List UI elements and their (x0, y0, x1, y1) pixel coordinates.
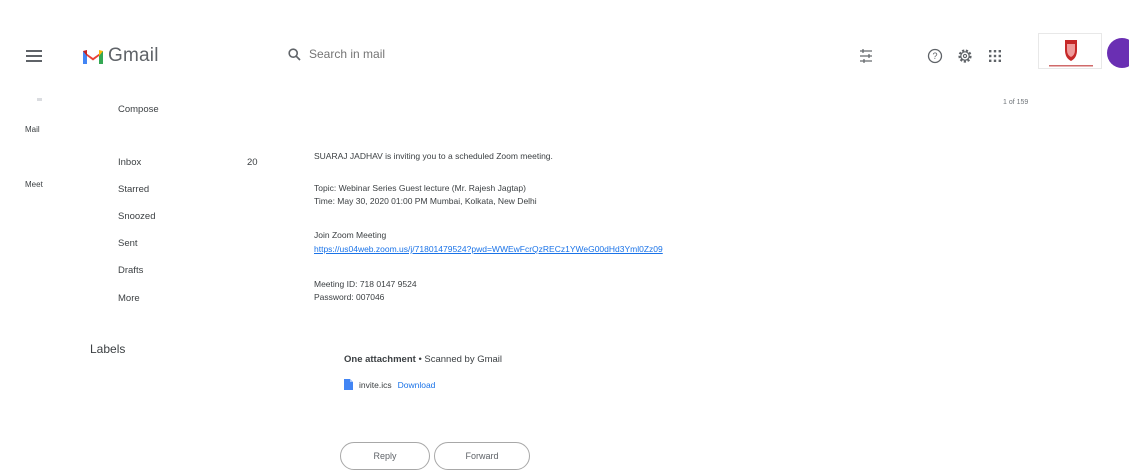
join-meeting-label: Join Zoom Meeting (314, 230, 387, 240)
attachment-download-link[interactable]: Download (398, 380, 436, 390)
message-pager: 1 of 159 (1003, 99, 1029, 106)
main-menu-icon[interactable] (26, 50, 42, 62)
attachment-item[interactable]: invite.ics Download (344, 379, 435, 390)
message-topic: Topic: Webinar Series Guest lecture (Mr.… (314, 183, 526, 193)
compose-button[interactable]: Compose (118, 104, 159, 115)
reply-button[interactable]: Reply (340, 442, 430, 470)
message-time: Time: May 30, 2020 01:00 PM Mumbai, Kolk… (314, 196, 537, 206)
sidebar-item-snoozed[interactable]: Snoozed (118, 211, 156, 222)
forward-button[interactable]: Forward (434, 442, 530, 470)
file-icon (344, 379, 353, 390)
gmail-m-icon (83, 49, 103, 64)
shield-logo-icon (1049, 40, 1093, 67)
sidebar-item-inbox[interactable]: Inbox (118, 157, 141, 168)
app-name: Gmail (108, 45, 159, 66)
labels-heading: Labels (90, 342, 126, 356)
attachment-filename[interactable]: invite.ics (359, 380, 392, 390)
meeting-id: Meeting ID: 718 0147 9524 (314, 279, 417, 289)
search-options-icon[interactable] (858, 48, 874, 64)
inbox-unread-count: 20 (247, 157, 258, 168)
svg-text:?: ? (932, 51, 937, 61)
account-avatar[interactable] (1107, 38, 1129, 68)
meeting-password: Password: 007046 (314, 292, 385, 302)
zoom-meeting-link[interactable]: https://us04web.zoom.us/j/71801479524?pw… (314, 244, 663, 254)
rail-meet[interactable]: Meet (25, 180, 43, 189)
rail-mail[interactable]: Mail (25, 125, 40, 134)
sidebar-item-starred[interactable]: Starred (118, 184, 149, 195)
search-input[interactable] (309, 47, 509, 61)
gmail-logo[interactable]: Gmail (82, 45, 159, 67)
apps-grid-icon[interactable] (987, 48, 1003, 64)
settings-gear-icon[interactable] (957, 48, 973, 64)
message-intro: SUARAJ JADHAV is inviting you to a sched… (314, 151, 553, 161)
sidebar-item-more[interactable]: More (118, 293, 140, 304)
account-organization-logo[interactable] (1038, 33, 1102, 69)
attachment-header: One attachment • Scanned by Gmail (344, 354, 502, 365)
attachment-count: One attachment (344, 354, 416, 365)
search-bar[interactable] (288, 47, 509, 61)
search-icon[interactable] (288, 47, 301, 61)
scanned-label: Scanned by Gmail (424, 354, 503, 365)
rail-indicator (37, 98, 42, 101)
help-icon[interactable]: ? (927, 48, 943, 64)
sidebar-item-sent[interactable]: Sent (118, 238, 138, 249)
sidebar-item-drafts[interactable]: Drafts (118, 265, 143, 276)
